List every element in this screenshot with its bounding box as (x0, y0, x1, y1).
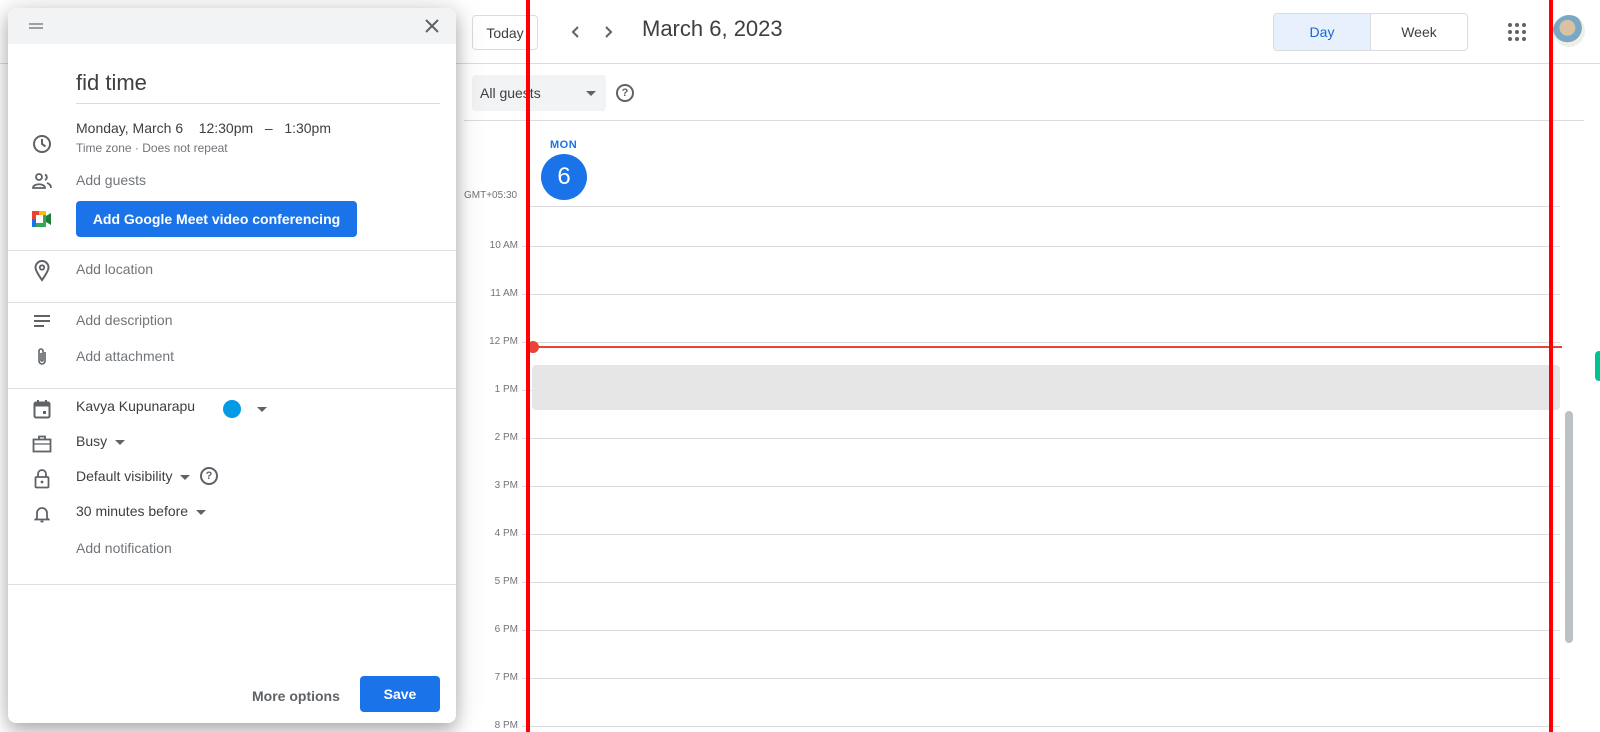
dialog-header[interactable] (8, 8, 456, 44)
previous-day-button[interactable] (562, 18, 590, 46)
hour-gridline (528, 678, 1560, 679)
account-avatar[interactable] (1553, 15, 1585, 47)
visibility-select[interactable]: Default visibility (76, 468, 191, 484)
hour-gridline (528, 534, 1560, 535)
calendar-owner[interactable]: Kavya Kupunarapu (76, 398, 195, 414)
clock-icon (30, 132, 54, 156)
close-button[interactable] (420, 14, 444, 38)
hour-label: 7 PM (494, 672, 518, 683)
weekday-label: MON (550, 139, 578, 151)
hour-label: 4 PM (494, 528, 518, 539)
guests-filter-value: All guests (480, 85, 541, 101)
hour-label: 8 PM (494, 720, 518, 731)
hour-gridline (528, 438, 1560, 439)
hour-label: 11 AM (490, 288, 518, 299)
dropdown-caret-icon (115, 439, 126, 445)
chevron-right-icon (605, 26, 613, 38)
hour-label: 1 PM (494, 384, 518, 395)
event-datetime[interactable]: Monday, March 6 12:30pm – 1:30pm (76, 120, 331, 136)
visibility-value: Default visibility (76, 468, 173, 484)
new-event-placeholder[interactable] (532, 365, 1560, 410)
apps-grid-icon[interactable] (1505, 20, 1529, 44)
hour-gridline (528, 630, 1560, 631)
lock-icon (30, 467, 54, 491)
notification-value: 30 minutes before (76, 503, 189, 519)
calendar-icon (30, 397, 54, 421)
hour-gridline (528, 246, 1560, 247)
add-meet-button[interactable]: Add Google Meet video conferencing (76, 201, 357, 237)
quick-event-dialog: fid time Monday, March 6 12:30pm – 1:30p… (8, 8, 456, 723)
day-grid[interactable] (528, 206, 1560, 732)
divider (8, 584, 456, 585)
next-day-button[interactable] (594, 18, 622, 46)
availability-value: Busy (76, 433, 108, 449)
event-title-input[interactable]: fid time (76, 68, 440, 104)
calendar-app: Today March 6, 2023 Day Week All guests … (0, 0, 1600, 732)
time-separator: – (264, 120, 273, 136)
calendar-color-swatch[interactable] (223, 400, 241, 418)
add-guests-input[interactable]: Add guests (76, 172, 146, 188)
more-options-button[interactable]: More options (252, 688, 340, 704)
add-attachment-button[interactable]: Add attachment (76, 348, 174, 364)
dropdown-caret-icon (196, 509, 207, 515)
day-number-button[interactable]: 6 (541, 154, 587, 200)
view-toggle: Day Week (1273, 13, 1468, 51)
description-lines-icon (30, 309, 54, 333)
availability-select[interactable]: Busy (76, 433, 126, 449)
divider (8, 250, 456, 251)
hour-label: 3 PM (494, 480, 518, 491)
add-location-input[interactable]: Add location (76, 261, 153, 277)
timezone-label: GMT+05:30 (464, 190, 518, 201)
event-end-time[interactable]: 1:30pm (284, 120, 331, 136)
save-button[interactable]: Save (360, 676, 440, 712)
add-description-input[interactable]: Add description (76, 312, 173, 328)
grid-top-line (528, 206, 1560, 207)
event-date[interactable]: Monday, March 6 (76, 120, 183, 136)
grid-scrollbar[interactable] (1565, 411, 1573, 643)
hour-gridline (528, 294, 1560, 295)
color-dropdown-caret-icon[interactable] (257, 407, 267, 412)
hour-label: 10 AM (489, 240, 518, 251)
hour-gridline (528, 342, 1560, 343)
drag-handle-icon[interactable] (29, 23, 43, 29)
hour-label: 2 PM (494, 432, 518, 443)
guests-filter-select[interactable]: All guests (472, 75, 606, 111)
google-meet-icon (30, 207, 54, 231)
guest-filter-bar: All guests ? (464, 64, 1584, 121)
hour-gridline (528, 582, 1560, 583)
hour-label: 5 PM (494, 576, 518, 587)
briefcase-icon (30, 432, 54, 456)
annotation-marker-right (1549, 0, 1553, 732)
hour-gridline (528, 486, 1560, 487)
visibility-help-icon[interactable]: ? (200, 467, 218, 485)
view-week-button[interactable]: Week (1371, 14, 1467, 50)
current-date-title: March 6, 2023 (642, 16, 783, 41)
current-time-line (532, 346, 1562, 348)
add-notification-button[interactable]: Add notification (76, 540, 172, 556)
paperclip-icon (30, 345, 54, 369)
dropdown-caret-icon (586, 91, 596, 96)
side-panel-tab[interactable] (1595, 351, 1600, 381)
dropdown-caret-icon (180, 474, 191, 480)
notification-select[interactable]: 30 minutes before (76, 503, 207, 519)
hour-gridline (528, 726, 1560, 727)
bell-icon (30, 502, 54, 526)
help-circle-icon[interactable]: ? (616, 84, 634, 102)
hour-label: 12 PM (489, 336, 518, 347)
event-start-time[interactable]: 12:30pm (199, 120, 253, 136)
divider (8, 388, 456, 389)
divider (8, 302, 456, 303)
hour-label: 6 PM (494, 624, 518, 635)
close-icon (425, 19, 439, 33)
annotation-marker-left (526, 0, 530, 732)
view-day-button[interactable]: Day (1274, 14, 1371, 50)
timezone-repeat-text[interactable]: Time zone · Does not repeat (76, 141, 228, 155)
chevron-left-icon (571, 26, 579, 38)
people-icon (30, 169, 54, 193)
location-pin-icon (30, 259, 54, 283)
